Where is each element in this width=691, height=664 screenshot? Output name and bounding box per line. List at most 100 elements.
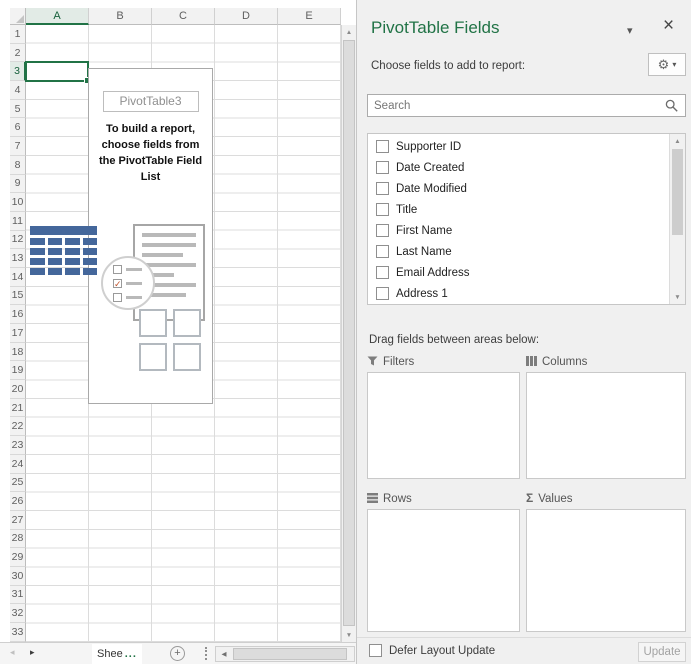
field-checkbox[interactable] <box>376 203 389 216</box>
field-checkbox[interactable] <box>376 224 389 237</box>
selected-cell[interactable] <box>25 61 89 82</box>
pane-options-icon[interactable]: ▾ <box>627 24 633 37</box>
row-header-20[interactable]: 20 <box>10 380 26 399</box>
field-list-scrollbar[interactable]: ▲ ▼ <box>669 134 685 304</box>
row-header-4[interactable]: 4 <box>10 81 26 100</box>
table-graphic-icon <box>30 226 97 275</box>
scrollbar-splitter[interactable] <box>205 647 207 660</box>
vertical-scroll-thumb[interactable] <box>343 40 355 626</box>
column-header-a[interactable]: A <box>26 8 89 25</box>
field-item[interactable]: Supporter ID <box>368 136 669 157</box>
row-header-16[interactable]: 16 <box>10 305 26 324</box>
scroll-up-icon[interactable]: ▲ <box>670 134 685 148</box>
row-header-23[interactable]: 23 <box>10 436 26 455</box>
field-checkbox[interactable] <box>376 161 389 174</box>
row-header-26[interactable]: 26 <box>10 492 26 511</box>
row-header-12[interactable]: 12 <box>10 231 26 250</box>
graphic-checkbox-checked: ✓ <box>113 279 122 288</box>
field-checkbox[interactable] <box>376 266 389 279</box>
defer-layout-row: Defer Layout Update <box>369 644 495 657</box>
select-all-corner[interactable] <box>10 8 26 25</box>
field-list: Supporter IDDate CreatedDate ModifiedTit… <box>367 133 686 305</box>
tab-overflow-indicator[interactable]: ... <box>125 648 137 660</box>
row-header-8[interactable]: 8 <box>10 156 26 175</box>
tools-button[interactable]: ⚙ ▾ <box>648 53 686 76</box>
columns-drop-area[interactable] <box>526 372 686 479</box>
scroll-up-icon[interactable]: ▲ <box>342 25 356 39</box>
row-header-22[interactable]: 22 <box>10 417 26 436</box>
row-header-28[interactable]: 28 <box>10 530 26 549</box>
row-header-13[interactable]: 13 <box>10 249 26 268</box>
row-header-9[interactable]: 9 <box>10 175 26 194</box>
row-header-14[interactable]: 14 <box>10 268 26 287</box>
horizontal-scrollbar[interactable]: ◀ <box>215 646 355 662</box>
field-item[interactable]: Email Address <box>368 262 669 283</box>
field-item[interactable]: Date Created <box>368 157 669 178</box>
graphic-square <box>173 309 201 337</box>
rows-drop-area[interactable] <box>367 509 520 632</box>
table-graphic-cell <box>65 238 80 245</box>
scroll-down-icon[interactable]: ▼ <box>670 290 685 304</box>
row-header-33[interactable]: 33 <box>10 623 26 642</box>
column-header-b[interactable]: B <box>89 8 152 25</box>
row-header-5[interactable]: 5 <box>10 100 26 119</box>
next-sheet-icon[interactable]: ▸ <box>30 647 35 658</box>
field-item[interactable]: Last Name <box>368 241 669 262</box>
sigma-icon: Σ <box>526 493 533 505</box>
table-graphic-cell <box>65 248 80 255</box>
area-header: Columns <box>526 354 686 370</box>
scroll-down-icon[interactable]: ▼ <box>342 628 356 642</box>
row-header-29[interactable]: 29 <box>10 548 26 567</box>
field-checkbox[interactable] <box>376 245 389 258</box>
field-item[interactable]: First Name <box>368 220 669 241</box>
search-input[interactable] <box>368 100 665 112</box>
field-checkbox[interactable] <box>376 182 389 195</box>
column-header-c[interactable]: C <box>152 8 215 25</box>
filters-drop-area[interactable] <box>367 372 520 479</box>
row-header-24[interactable]: 24 <box>10 455 26 474</box>
field-checkbox[interactable] <box>376 140 389 153</box>
placeholder-instruction: To build a report, choose fields from th… <box>94 122 207 186</box>
row-header-21[interactable]: 21 <box>10 399 26 418</box>
row-header-11[interactable]: 11 <box>10 212 26 231</box>
row-header-18[interactable]: 18 <box>10 343 26 362</box>
row-header-15[interactable]: 15 <box>10 287 26 306</box>
row-header-2[interactable]: 2 <box>10 44 26 63</box>
area-label: Filters <box>383 356 414 368</box>
table-graphic-cell <box>30 238 45 245</box>
field-item[interactable]: Date Modified <box>368 178 669 199</box>
search-box[interactable] <box>367 94 686 117</box>
row-header-6[interactable]: 6 <box>10 118 26 137</box>
row-header-17[interactable]: 17 <box>10 324 26 343</box>
row-header-27[interactable]: 27 <box>10 511 26 530</box>
prev-sheet-icon[interactable]: ◂ <box>10 647 15 658</box>
row-header-1[interactable]: 1 <box>10 25 26 44</box>
field-item[interactable]: Title <box>368 199 669 220</box>
row-header-25[interactable]: 25 <box>10 474 26 493</box>
row-header-7[interactable]: 7 <box>10 137 26 156</box>
update-button[interactable]: Update <box>638 642 686 662</box>
row-header-19[interactable]: 19 <box>10 361 26 380</box>
row-header-3[interactable]: 3 <box>10 62 26 81</box>
graphic-check-row <box>113 265 153 274</box>
field-item[interactable]: Address 1 <box>368 283 669 304</box>
search-icon[interactable] <box>665 99 679 113</box>
sheet-tab[interactable]: Shee ... <box>92 644 142 664</box>
field-list-scroll-thumb[interactable] <box>672 149 683 235</box>
row-header-10[interactable]: 10 <box>10 193 26 212</box>
scroll-left-icon[interactable]: ◀ <box>216 647 232 661</box>
column-header-d[interactable]: D <box>215 8 278 25</box>
defer-layout-checkbox[interactable] <box>369 644 382 657</box>
area-label: Columns <box>542 356 587 368</box>
horizontal-scroll-thumb[interactable] <box>233 648 347 660</box>
field-checkbox[interactable] <box>376 287 389 300</box>
row-header-31[interactable]: 31 <box>10 586 26 605</box>
row-header-30[interactable]: 30 <box>10 567 26 586</box>
close-icon[interactable]: × <box>663 15 674 37</box>
vertical-scrollbar[interactable]: ▲ ▼ <box>341 25 356 642</box>
field-label: First Name <box>396 225 452 237</box>
values-drop-area[interactable] <box>526 509 686 632</box>
row-header-32[interactable]: 32 <box>10 604 26 623</box>
add-sheet-button[interactable]: + <box>170 646 185 661</box>
column-header-e[interactable]: E <box>278 8 341 25</box>
